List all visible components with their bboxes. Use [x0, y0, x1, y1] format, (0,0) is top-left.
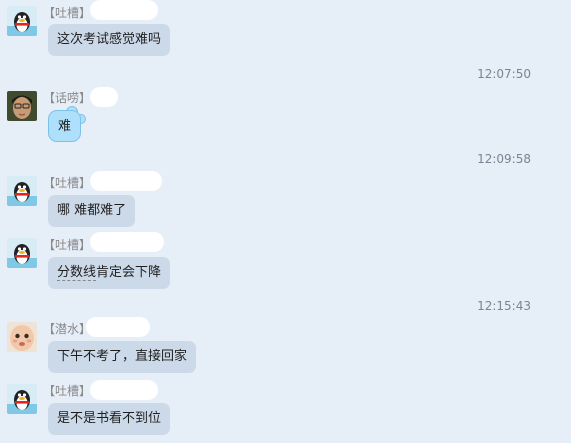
sender-nickname: 【吐槽】	[43, 384, 92, 398]
redacted-name-mask	[90, 171, 162, 191]
chat-history: 【吐槽】 这次考试感觉难吗 12:07:50 【话唠】 难 12:09:58 【…	[0, 0, 571, 443]
timestamp: 12:07:50	[477, 67, 531, 81]
redacted-name-mask	[90, 0, 158, 20]
timestamp: 12:15:43	[477, 299, 531, 313]
sender-nickname: 【吐槽】	[43, 238, 92, 252]
timestamp: 12:09:58	[477, 152, 531, 166]
baby-avatar-icon[interactable]	[7, 322, 37, 352]
sender-nickname: 【潜水】	[43, 322, 92, 336]
message-bubble: 难	[48, 110, 82, 142]
message-bubble: 这次考试感觉难吗	[48, 24, 171, 56]
redacted-name-mask	[90, 87, 118, 107]
photo-avatar-icon[interactable]	[7, 91, 37, 121]
message-bubble: 下午不考了，直接回家	[48, 341, 197, 373]
redacted-name-mask	[90, 380, 158, 400]
redacted-name-mask	[86, 317, 150, 337]
penguin-avatar-icon[interactable]	[7, 176, 37, 206]
message-text: 肯定会下降	[96, 265, 162, 280]
redacted-name-mask	[90, 232, 164, 252]
sender-nickname: 【吐槽】	[43, 176, 92, 190]
message-bubble: 是不是书看不到位	[48, 403, 171, 435]
message-bubble: 哪 难都难了	[48, 195, 136, 227]
spellcheck-underlined-text[interactable]: 分数线	[57, 265, 97, 281]
penguin-avatar-icon[interactable]	[7, 384, 37, 414]
penguin-avatar-icon[interactable]	[7, 238, 37, 268]
sender-nickname: 【话唠】	[43, 91, 92, 105]
sender-nickname: 【吐槽】	[43, 6, 92, 20]
penguin-avatar-icon[interactable]	[7, 6, 37, 36]
message-bubble: 分数线肯定会下降	[48, 257, 171, 289]
